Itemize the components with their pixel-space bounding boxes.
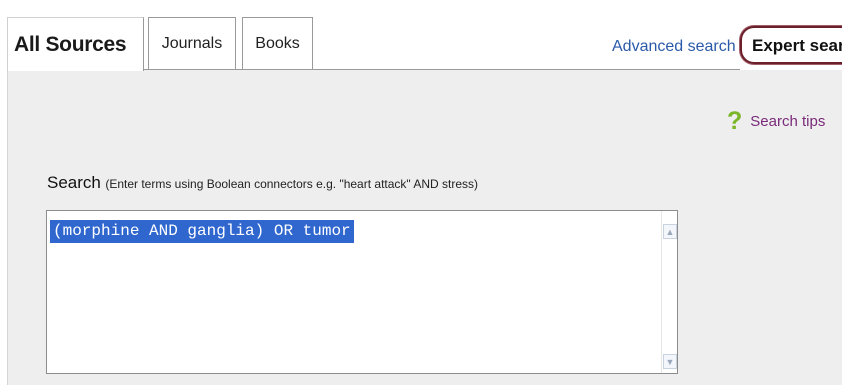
scroll-up-icon[interactable]: ▲ [663, 224, 677, 239]
tab-label: Journals [161, 34, 223, 52]
tab-all-sources[interactable]: All Sources [7, 17, 144, 71]
search-title: Search [47, 173, 101, 192]
tab-journals[interactable]: Journals [148, 17, 236, 69]
tab-label: All Sources [14, 32, 127, 56]
tab-label: Books [255, 34, 300, 52]
expert-search-link[interactable]: Expert searc [740, 26, 842, 64]
search-field-label: Search (Enter terms using Boolean connec… [47, 173, 478, 193]
search-tips-link[interactable]: ? Search tips [727, 108, 825, 134]
textarea-scrollbar[interactable]: ▲ ▼ [661, 211, 677, 373]
scroll-down-icon[interactable]: ▼ [663, 354, 677, 369]
advanced-search-link[interactable]: Advanced search [612, 38, 736, 56]
search-tips-label: Search tips [750, 112, 826, 130]
search-hint: (Enter terms using Boolean connectors e.… [105, 177, 479, 191]
question-mark-icon: ? [727, 106, 743, 135]
tab-books[interactable]: Books [242, 17, 313, 69]
search-textarea[interactable]: (morphine AND ganglia) OR tumor ▲ ▼ [46, 210, 678, 374]
expert-search-label: Expert searc [752, 36, 842, 55]
search-query-text: (morphine AND ganglia) OR tumor [50, 220, 354, 243]
